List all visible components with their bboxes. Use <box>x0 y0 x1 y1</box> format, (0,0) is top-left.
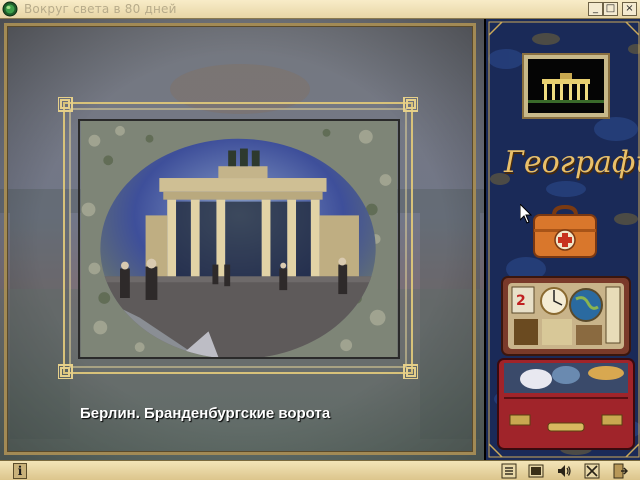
info-button[interactable]: i <box>13 463 27 479</box>
travel-suitcase-icon[interactable]: 2 <box>496 275 636 451</box>
speaker-icon[interactable] <box>556 463 572 479</box>
night-gate-thumbnail-button[interactable] <box>522 53 610 119</box>
right-panel: География 2 <box>484 19 640 460</box>
exit-icon[interactable] <box>612 463 628 479</box>
close-icon: × <box>625 3 634 14</box>
image-icon[interactable] <box>528 463 544 479</box>
close-button[interactable]: × <box>622 2 637 16</box>
text-icon[interactable] <box>501 463 517 479</box>
globe-icon[interactable] <box>2 1 18 17</box>
info-icon: i <box>17 464 23 478</box>
photo-caption: Берлин. Бранденбургские ворота <box>80 405 331 422</box>
window-title: Вокруг света в 80 дней <box>24 2 177 16</box>
maximize-icon: □ <box>605 3 616 14</box>
brandenburg-gate-photo <box>78 119 400 359</box>
section-title-geography: География <box>504 145 640 180</box>
title-bar: Вокруг света в 80 дней _ □ × <box>0 0 640 19</box>
night-gate-thumbnail <box>528 59 604 113</box>
minimize-button[interactable]: _ <box>588 2 603 16</box>
photo-scene: Берлин. Бранденбургские ворота <box>0 19 484 460</box>
stop-icon[interactable] <box>584 463 600 479</box>
minimize-icon: _ <box>593 3 598 14</box>
first-aid-kit-icon[interactable] <box>530 205 600 261</box>
maximize-button[interactable]: □ <box>603 2 618 16</box>
status-bar: i <box>0 460 640 480</box>
svg-text:2: 2 <box>516 293 526 309</box>
